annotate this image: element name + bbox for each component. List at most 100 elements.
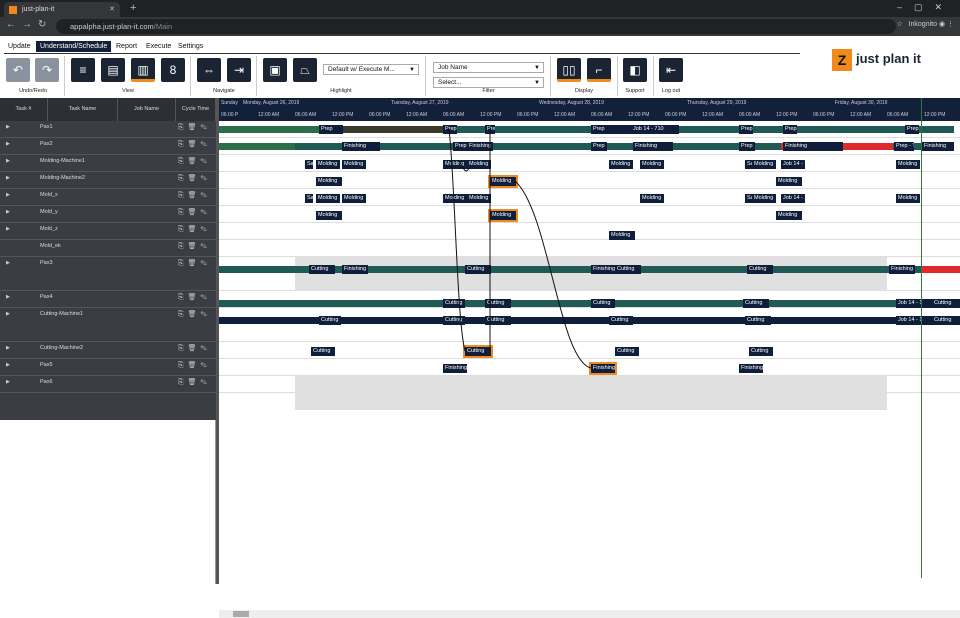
menu-report[interactable]: Report	[112, 41, 141, 52]
back-icon[interactable]: ←	[6, 19, 16, 30]
timeline-header: Sunday Monday, August 26, 2019 Tuesday, Au…	[219, 98, 960, 121]
row-actions-icon[interactable]: ⎘🗑✎	[178, 157, 211, 166]
reload-icon[interactable]: ↻	[38, 19, 46, 30]
task-row[interactable]: ▶ Pax3 ⎘🗑✎	[0, 257, 216, 291]
logo-text: just plan it	[856, 51, 921, 66]
menu-settings[interactable]: Settings	[174, 41, 207, 52]
task-row[interactable]: ▶ Pax4 ⎘🗑✎	[0, 291, 216, 308]
close-tab-icon[interactable]: ✕	[109, 2, 115, 17]
day-label: Tuesday, August 27, 2019	[391, 100, 449, 106]
chevron-down-icon: ▼	[534, 80, 540, 86]
scrollbar-thumb[interactable]	[233, 611, 249, 617]
row-actions-icon[interactable]: ⎘🗑✎	[178, 242, 211, 251]
new-tab-icon[interactable]: +	[130, 2, 136, 14]
day-label: Sunday	[221, 100, 238, 106]
row-actions-icon[interactable]: ⎘🗑✎	[178, 191, 211, 200]
col-task-name[interactable]: Task Name	[48, 98, 118, 121]
menu-update[interactable]: Update	[4, 41, 35, 52]
row-actions-icon[interactable]: ⎘🗑✎	[178, 344, 211, 353]
row-actions-icon[interactable]: ⎘🗑✎	[178, 123, 211, 132]
row-actions-icon[interactable]: ⎘🗑✎	[178, 174, 211, 183]
group-filter: Filter	[482, 88, 495, 94]
row-actions-icon[interactable]: ⎘🗑✎	[178, 378, 211, 387]
highlight-window-button[interactable]: ▣	[263, 58, 287, 82]
row-actions-icon[interactable]: ⎘🗑✎	[178, 293, 211, 302]
task-row[interactable]: ▶ Pax6 ⎘🗑✎	[0, 376, 216, 393]
task-row[interactable]: ▶ Pax5 ⎘🗑✎	[0, 359, 216, 376]
profile-indicator[interactable]: ☆ Inkognito ◉ ⋮	[896, 20, 954, 28]
ribbon: ↶ ↷ Undo/Redo ≡ ▤ ▥ 8 View ⇔ ⇥ Navigate …	[0, 56, 960, 98]
filter-field-dropdown[interactable]: Job Name ▼	[433, 62, 544, 73]
undo-button[interactable]: ↶	[6, 58, 30, 82]
gantt-area[interactable]: PrepPrepPrepPrepJob 14 - 710PrepPrepPrep…	[219, 121, 960, 584]
logout-button[interactable]: ⇤	[659, 58, 683, 82]
row-actions-icon[interactable]: ⎘🗑✎	[178, 140, 211, 149]
collapse-nav-button[interactable]: ⇥	[227, 58, 251, 82]
highlight-shape-button[interactable]: ⏢	[293, 58, 317, 82]
expand-icon[interactable]: ▶	[6, 158, 10, 164]
expand-icon[interactable]: ▶	[6, 294, 10, 300]
expand-nav-button[interactable]: ⇔	[197, 58, 221, 82]
group-support: Support	[625, 88, 645, 94]
star-icon[interactable]: ☆	[896, 21, 902, 28]
row-actions-icon[interactable]: ⎘🗑✎	[178, 361, 211, 370]
menu-understand-schedule[interactable]: Understand/Schedule	[36, 41, 112, 52]
expand-icon[interactable]: ▶	[6, 175, 10, 181]
horizontal-scrollbar[interactable]	[219, 610, 960, 618]
row-actions-icon[interactable]: ⎘🗑✎	[178, 208, 211, 217]
expand-icon[interactable]: ▶	[6, 311, 10, 317]
forward-icon[interactable]: →	[22, 19, 32, 30]
task-row[interactable]: ▶ Mold_x ⎘🗑✎	[0, 189, 216, 206]
task-name: Mold_y	[40, 209, 58, 215]
task-row[interactable]: ▶ Pax1 ⎘🗑✎	[0, 121, 216, 138]
col-job-name[interactable]: Job Name	[118, 98, 176, 121]
expand-icon[interactable]: ▶	[6, 379, 10, 385]
resource-view-button[interactable]: ▤	[101, 58, 125, 82]
menu-execute[interactable]: Execute	[142, 41, 175, 52]
task-row[interactable]: ▶ Molding-Machine1 ⎘🗑✎	[0, 155, 216, 172]
divider	[653, 56, 654, 96]
task-name: Mold_z	[40, 226, 58, 232]
display-book-button[interactable]: ▯▯	[557, 58, 581, 82]
browser-tab[interactable]: just-plan-it ✕	[4, 2, 120, 17]
expand-icon[interactable]: ▶	[6, 192, 10, 198]
filter-value-dropdown[interactable]: Select... ▼	[433, 77, 544, 88]
expand-icon[interactable]: ▶	[6, 209, 10, 215]
expand-icon[interactable]: ▶	[6, 362, 10, 368]
task-row[interactable]: ▶ Pax2 ⎘🗑✎	[0, 138, 216, 155]
expand-icon[interactable]: ▶	[6, 226, 10, 232]
display-step-button[interactable]: ⌐	[587, 58, 611, 82]
support-button[interactable]: ◧	[623, 58, 647, 82]
expand-icon[interactable]: ▶	[6, 260, 10, 266]
expand-icon[interactable]: ▶	[6, 141, 10, 147]
col-task-number[interactable]: Task #	[0, 98, 48, 121]
divider	[190, 56, 191, 96]
task-row[interactable]: ▶ Mold_z ⎘🗑✎	[0, 223, 216, 240]
day-label: Wednesday, August 28, 2019	[539, 100, 604, 106]
row-actions-icon[interactable]: ⎘🗑✎	[178, 259, 211, 268]
hour-label: 06:00 AM	[443, 112, 465, 118]
task-name: Pax5	[40, 362, 53, 368]
calendar-view-button[interactable]: 8	[161, 58, 185, 82]
url-field[interactable]: appalpha.just-plan-it.com/Main	[56, 19, 896, 34]
task-row[interactable]: ▶ Cutting-Machine2 ⎘🗑✎	[0, 342, 216, 359]
row-actions-icon[interactable]: ⎘🗑✎	[178, 225, 211, 234]
expand-icon[interactable]: ▶	[6, 124, 10, 130]
highlight-dropdown[interactable]: Default w/ Execute M... ▼	[323, 64, 419, 75]
hour-label: 12:00 AM	[406, 112, 428, 118]
window-controls[interactable]: –▢✕	[897, 2, 954, 13]
hour-label: 12:00 PM	[924, 112, 946, 118]
task-name: Cutting-Machine1	[40, 311, 84, 317]
row-actions-icon[interactable]: ⎘🗑✎	[178, 310, 211, 319]
task-row[interactable]: ▶ Mold_y ⎘🗑✎	[0, 206, 216, 223]
task-row[interactable]: ▶ Cutting-Machine1 ⎘🗑✎	[0, 308, 216, 342]
hour-label: 06:00 AM	[591, 112, 613, 118]
col-cycle-time[interactable]: Cycle Time	[176, 98, 216, 121]
redo-button[interactable]: ↷	[35, 58, 59, 82]
expand-icon[interactable]: ▶	[6, 345, 10, 351]
gantt-view-button[interactable]: ▥	[131, 58, 155, 82]
layers-view-button[interactable]: ≡	[71, 58, 95, 82]
task-row[interactable]: Mold_ek ⎘🗑✎	[0, 240, 216, 257]
task-row[interactable]: ▶ Molding-Machine2 ⎘🗑✎	[0, 172, 216, 189]
hour-label: 06:00 PM	[665, 112, 687, 118]
